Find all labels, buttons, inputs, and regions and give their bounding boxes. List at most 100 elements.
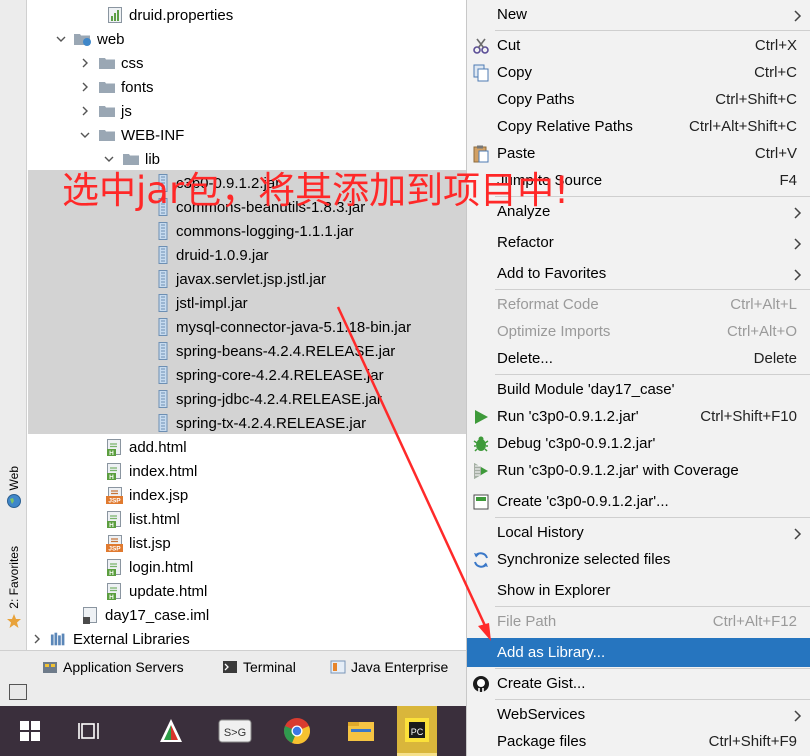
tree-row-label: css xyxy=(121,54,144,72)
folder-icon xyxy=(98,126,116,144)
menu-item-delete[interactable]: Delete... Delete xyxy=(467,344,810,373)
menu-item-run-c3p0-0-9-1-2-jar-with-coverage[interactable]: Run 'c3p0-0.9.1.2.jar' with Coverage xyxy=(467,456,810,485)
web-tool-tab[interactable]: Web xyxy=(3,466,24,509)
expand-arrow-right-icon[interactable] xyxy=(78,104,92,118)
html-file-icon: H xyxy=(106,438,124,456)
menu-item-create-gist[interactable]: Create Gist... xyxy=(467,669,810,698)
html-file-icon: H xyxy=(106,462,124,480)
tree-row-web[interactable]: web xyxy=(28,27,466,51)
expand-arrow-down-icon[interactable] xyxy=(54,32,68,46)
menu-item-shortcut: Ctrl+C xyxy=(754,64,797,81)
favorites-tool-tab[interactable]: 2: Favorites xyxy=(3,546,24,629)
tree-row-js[interactable]: js xyxy=(28,99,466,123)
pycharm-icon[interactable]: PC xyxy=(397,706,437,756)
svg-text:H: H xyxy=(109,474,114,480)
expand-arrow-right-icon[interactable] xyxy=(78,80,92,94)
tool-window-toggle-icon[interactable] xyxy=(9,684,27,700)
terminal-tab[interactable]: Terminal xyxy=(222,657,296,677)
java-enterprise-tab[interactable]: Java Enterprise xyxy=(330,657,448,677)
menu-item-new[interactable]: New xyxy=(467,0,810,29)
menu-item-add-to-favorites[interactable]: Add to Favorites xyxy=(467,259,810,288)
menu-item-debug-c3p0-0-9-1-2-jar[interactable]: Debug 'c3p0-0.9.1.2.jar' xyxy=(467,429,810,458)
menu-item-shortcut: Ctrl+Alt+Shift+C xyxy=(689,118,797,135)
tree-row-spring-jdbc-4-2-4-release-jar[interactable]: spring-jdbc-4.2.4.RELEASE.jar xyxy=(28,387,466,411)
submenu-arrow-icon xyxy=(793,237,803,250)
tree-row-list-html[interactable]: Hlist.html xyxy=(28,507,466,531)
tree-row-add-html[interactable]: Hadd.html xyxy=(28,435,466,459)
expand-arrow-right-icon[interactable] xyxy=(78,56,92,70)
chrome-icon[interactable] xyxy=(274,706,320,756)
tree-row-druid-properties[interactable]: druid.properties xyxy=(28,3,466,27)
windows-start-icon[interactable] xyxy=(8,706,52,756)
jsp-file-icon: JSP xyxy=(106,486,124,504)
menu-item-label: Cut xyxy=(497,37,521,54)
app-servers-icon xyxy=(43,662,57,673)
menu-item-label: Synchronize selected files xyxy=(497,551,671,568)
bottom-tool-bar: Application Servers Terminal Java Enterp… xyxy=(0,650,466,706)
tree-row-druid-1-0-9-jar[interactable]: druid-1.0.9.jar xyxy=(28,243,466,267)
menu-item-label: Delete... xyxy=(497,350,553,367)
tree-row-update-html[interactable]: Hupdate.html xyxy=(28,579,466,603)
menu-item-copy[interactable]: Copy Ctrl+C xyxy=(467,58,810,87)
expand-arrow-down-icon[interactable] xyxy=(78,128,92,142)
tree-row-index-jsp[interactable]: JSP index.jsp xyxy=(28,483,466,507)
svg-text:H: H xyxy=(109,522,114,528)
tree-row-commons-logging-1-1-1-jar[interactable]: commons-logging-1.1.1.jar xyxy=(28,219,466,243)
expand-arrow-right-icon[interactable] xyxy=(30,632,44,646)
menu-item-copy-relative-paths[interactable]: Copy Relative Paths Ctrl+Alt+Shift+C xyxy=(467,112,810,141)
menu-item-shortcut: Ctrl+V xyxy=(754,145,797,162)
menu-item-add-as-library[interactable]: Add as Library... xyxy=(467,638,810,667)
menu-item-label: Create 'c3p0-0.9.1.2.jar'... xyxy=(497,493,669,510)
menu-item-show-in-explorer[interactable]: Show in Explorer xyxy=(467,576,810,605)
menu-item-optimize-imports[interactable]: Optimize Imports Ctrl+Alt+O xyxy=(467,317,810,346)
tree-row-label: spring-jdbc-4.2.4.RELEASE.jar xyxy=(176,390,382,408)
menu-item-file-path[interactable]: File Path Ctrl+Alt+F12 xyxy=(467,607,810,636)
menu-item-refactor[interactable]: Refactor xyxy=(467,228,810,257)
windows-taskbar: S>G PC xyxy=(0,706,466,756)
tree-row-external-libraries[interactable]: External Libraries xyxy=(28,627,466,650)
menu-item-reformat-code[interactable]: Reformat Code Ctrl+Alt+L xyxy=(467,290,810,319)
tree-row-css[interactable]: css xyxy=(28,51,466,75)
tree-row-index-html[interactable]: Hindex.html xyxy=(28,459,466,483)
context-menu: New Cut Ctrl+X Copy Ctrl+C Copy Paths Ctrl+Shi… xyxy=(466,0,810,756)
tree-row-fonts[interactable]: fonts xyxy=(28,75,466,99)
tree-row-spring-core-4-2-4-release-jar[interactable]: spring-core-4.2.4.RELEASE.jar xyxy=(28,363,466,387)
app-icon-1[interactable] xyxy=(148,706,194,756)
menu-item-synchronize-selected-files[interactable]: Synchronize selected files xyxy=(467,545,810,574)
html-file-icon: H xyxy=(106,558,124,576)
tree-row-label: WEB-INF xyxy=(121,126,185,144)
tree-row-label: spring-beans-4.2.4.RELEASE.jar xyxy=(176,342,396,360)
tree-row-login-html[interactable]: Hlogin.html xyxy=(28,555,466,579)
tree-row-day17-case-iml[interactable]: day17_case.iml xyxy=(28,603,466,627)
menu-item-shortcut: F4 xyxy=(779,172,797,189)
tree-row-list-jsp[interactable]: JSP list.jsp xyxy=(28,531,466,555)
menu-item-local-history[interactable]: Local History xyxy=(467,518,810,547)
menu-item-shortcut: Ctrl+Shift+F9 xyxy=(708,733,797,750)
tree-row-web-inf[interactable]: WEB-INF xyxy=(28,123,466,147)
tree-row-javax-servlet-jsp-jstl-jar[interactable]: javax.servlet.jsp.jstl.jar xyxy=(28,267,466,291)
tree-row-mysql-connector-java-5-1-18-bin-jar[interactable]: mysql-connector-java-5.1.18-bin.jar xyxy=(28,315,466,339)
application-servers-tab[interactable]: Application Servers xyxy=(42,657,184,677)
task-view-icon[interactable] xyxy=(66,706,112,756)
tree-row-spring-beans-4-2-4-release-jar[interactable]: spring-beans-4.2.4.RELEASE.jar xyxy=(28,339,466,363)
menu-item-webservices[interactable]: WebServices xyxy=(467,700,810,729)
web-tab-label: Web xyxy=(6,466,21,491)
file-explorer-icon[interactable] xyxy=(338,706,384,756)
menu-item-build-module-day17-case[interactable]: Build Module 'day17_case' xyxy=(467,375,810,404)
tree-row-label: commons-logging-1.1.1.jar xyxy=(176,222,354,240)
terminal-label: Terminal xyxy=(243,659,296,675)
tree-row-jstl-impl-jar[interactable]: jstl-impl.jar xyxy=(28,291,466,315)
tree-row-label: External Libraries xyxy=(73,630,190,648)
menu-item-create-c3p0-0-9-1-2-jar[interactable]: Create 'c3p0-0.9.1.2.jar'... xyxy=(467,487,810,516)
menu-item-label: Package files xyxy=(497,733,587,750)
tree-row-label: update.html xyxy=(129,582,208,600)
menu-item-run-c3p0-0-9-1-2-jar[interactable]: Run 'c3p0-0.9.1.2.jar' Ctrl+Shift+F10 xyxy=(467,402,810,431)
menu-item-copy-paths[interactable]: Copy Paths Ctrl+Shift+C xyxy=(467,85,810,114)
menu-item-cut[interactable]: Cut Ctrl+X xyxy=(467,31,810,60)
libraries-icon xyxy=(50,630,68,648)
iml-file-icon xyxy=(82,606,100,624)
app-icon-2[interactable]: S>G xyxy=(210,706,260,756)
menu-item-label: Refactor xyxy=(497,234,554,251)
menu-item-package-files[interactable]: Package files Ctrl+Shift+F9 xyxy=(467,727,810,756)
tree-row-spring-tx-4-2-4-release-jar[interactable]: spring-tx-4.2.4.RELEASE.jar xyxy=(28,411,466,435)
